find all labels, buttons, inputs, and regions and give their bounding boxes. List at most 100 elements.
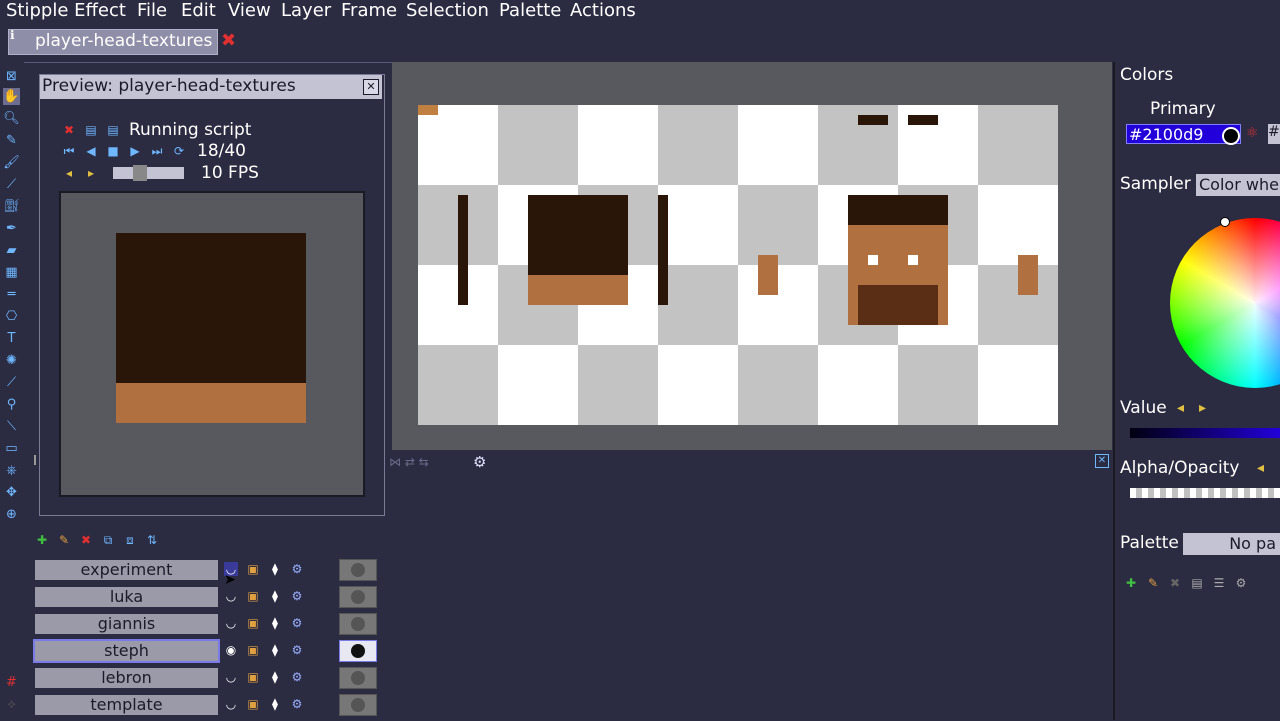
menu-edit[interactable]: Edit [181, 0, 216, 22]
layer-lebron[interactable]: lebron [33, 666, 220, 690]
ruler-icon[interactable]: ═ [3, 286, 20, 303]
layer-luka[interactable]: luka [33, 585, 220, 609]
alpha-slider[interactable] [1130, 488, 1280, 498]
layer-steph[interactable]: steph [33, 639, 220, 663]
settings-gear-icon[interactable]: ⚙ [473, 453, 486, 471]
loop-icon[interactable]: ⟳ [172, 144, 186, 158]
layer-gear-icon[interactable]: ⚙ [290, 562, 304, 576]
script-icon[interactable]: ▤ [84, 123, 98, 137]
visibility-icon[interactable]: ◡ [224, 697, 238, 711]
menu-layer[interactable]: Layer [281, 0, 331, 22]
import-palette-icon[interactable]: ✎ [1146, 576, 1160, 590]
frame-cell[interactable] [339, 667, 377, 689]
fill-icon[interactable]: ⛽︎ [3, 198, 20, 215]
close-project-icon[interactable]: ✖ [221, 30, 236, 51]
sampler-dropdown[interactable]: Color whe [1196, 174, 1280, 196]
palette-settings-icon[interactable]: ⚙ [1234, 576, 1248, 590]
hand-icon[interactable]: ✋ [3, 88, 20, 105]
lock-icon[interactable]: ▣ [246, 697, 260, 711]
value-slider[interactable] [1130, 428, 1280, 438]
value-decrease-icon[interactable]: ◂ [1177, 400, 1184, 416]
spray-icon[interactable]: ✺ [3, 352, 20, 369]
duplicate-layer-icon[interactable]: ✎ [57, 533, 71, 547]
info-icon[interactable]: ℹ [10, 28, 15, 42]
onion-skin-icon[interactable]: ⧫ [268, 670, 282, 684]
wheel-cursor[interactable] [1220, 217, 1230, 227]
lock-icon[interactable]: ▣ [246, 562, 260, 576]
value-increase-icon[interactable]: ▸ [1199, 400, 1206, 416]
preview-title-bar[interactable]: Preview: player-head-textures [40, 75, 382, 99]
eraser-icon[interactable]: ▰ [3, 242, 20, 259]
layer-settings-icon[interactable]: ⧈ [123, 533, 137, 547]
fps-slider-handle[interactable] [133, 165, 147, 181]
layer-giannis[interactable]: giannis [33, 612, 220, 636]
dropper-icon[interactable]: ⚲ [3, 396, 20, 413]
lock-icon[interactable]: ▣ [246, 670, 260, 684]
layer-gear-icon[interactable]: ⚙ [290, 643, 304, 657]
frame-cell[interactable] [339, 613, 377, 635]
fps-increase-icon[interactable]: ▸ [84, 166, 98, 180]
project-tab[interactable]: player-head-textures [8, 29, 218, 55]
lock-icon[interactable]: ▣ [246, 643, 260, 657]
onion-skin-icon[interactable]: ⧫ [268, 589, 282, 603]
frame-cell[interactable] [339, 559, 377, 581]
layer-gear-icon[interactable]: ⚙ [290, 670, 304, 684]
onion-skin-icon[interactable]: ⧫ [268, 562, 282, 576]
next-frame-icon[interactable]: ▶ [128, 144, 142, 158]
stamp-icon[interactable]: ⎔ [3, 308, 20, 325]
canvas[interactable] [418, 105, 1058, 425]
palette-dropdown[interactable]: No pa [1183, 533, 1280, 555]
layer-template[interactable]: template [33, 693, 220, 717]
menu-selection[interactable]: Selection [406, 0, 489, 22]
onion-skin-icon[interactable]: ⧫ [268, 616, 282, 630]
save-palette-icon[interactable]: ▤ [1190, 576, 1204, 590]
frame-cell-selected[interactable] [339, 640, 377, 662]
last-frame-icon[interactable]: ⏭ [150, 144, 164, 158]
move-icon[interactable]: ✥ [3, 484, 20, 501]
close-preview-icon[interactable]: ✕ [363, 79, 379, 95]
transform-icon[interactable]: ⊕ [3, 506, 20, 523]
frame-cell[interactable] [339, 694, 377, 716]
grid-icon[interactable]: # [3, 674, 20, 691]
layer-gear-icon[interactable]: ⚙ [290, 697, 304, 711]
lock-icon[interactable]: ▣ [246, 616, 260, 630]
first-frame-icon[interactable]: ⏮ [62, 144, 76, 158]
zoom-icon[interactable]: 🔍︎ [3, 110, 20, 127]
brush-icon[interactable]: 🖌︎ [3, 154, 20, 171]
close-timeline-icon[interactable]: ✕ [1095, 454, 1109, 468]
gradient-icon[interactable]: ▦ [3, 264, 20, 281]
menu-file[interactable]: File [137, 0, 167, 22]
script-file-icon[interactable]: ▤ [106, 123, 120, 137]
text-icon[interactable]: T [3, 330, 20, 347]
add-layer-icon[interactable]: ✚ [35, 533, 49, 547]
secondary-hex-input[interactable]: # [1268, 124, 1280, 144]
layer-experiment[interactable]: experiment [33, 558, 220, 582]
lock-icon[interactable]: ▣ [246, 589, 260, 603]
visibility-icon[interactable]: ◡ [224, 670, 238, 684]
frame-cell[interactable] [339, 586, 377, 608]
swap-colors-icon[interactable]: ⚛ [1246, 125, 1259, 141]
menu-frame[interactable]: Frame [341, 0, 397, 22]
lasso-icon[interactable]: ⎈ [3, 462, 20, 479]
layer-gear-icon[interactable]: ⚙ [290, 589, 304, 603]
merge-layer-icon[interactable]: ⧉ [101, 533, 115, 547]
alpha-decrease-icon[interactable]: ◂ [1257, 460, 1264, 476]
prev-frame-icon[interactable]: ◀ [84, 144, 98, 158]
stop-script-icon[interactable]: ✖ [62, 123, 76, 137]
line-icon[interactable]: ⟋ [3, 176, 20, 193]
visibility-eye-icon[interactable]: ◉ [224, 643, 238, 657]
color-swatch-icon[interactable] [1222, 127, 1240, 145]
pencil-icon[interactable]: ✎ [3, 132, 20, 149]
select-icon[interactable]: ▭ [3, 440, 20, 457]
fps-decrease-icon[interactable]: ◂ [62, 166, 76, 180]
stop-icon[interactable]: ■ [106, 144, 120, 158]
picker-icon[interactable]: ✒ [3, 220, 20, 237]
onion-skin-icon[interactable]: ⧫ [268, 697, 282, 711]
menu-view[interactable]: View [228, 0, 271, 22]
onion-skin-icon[interactable]: ⧫ [268, 643, 282, 657]
menu-palette[interactable]: Palette [499, 0, 561, 22]
fps-slider[interactable] [113, 165, 184, 181]
smudge-icon[interactable]: ⟍ [3, 418, 20, 435]
layer-gear-icon[interactable]: ⚙ [290, 616, 304, 630]
wand-icon[interactable]: ⟋ [3, 374, 20, 391]
